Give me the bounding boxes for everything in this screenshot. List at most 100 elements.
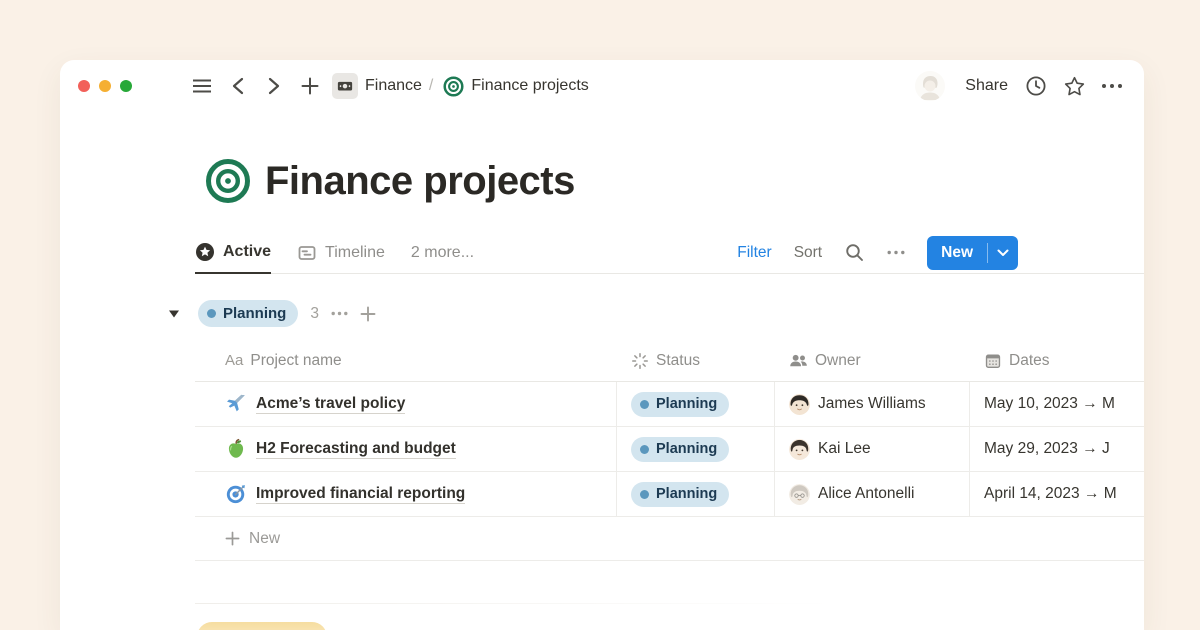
clock-icon — [1025, 75, 1047, 97]
search-button[interactable] — [844, 242, 865, 263]
status-dot — [207, 309, 216, 318]
page-header: Finance projects — [205, 158, 575, 204]
status-pill: Planning — [631, 392, 729, 417]
breadcrumb-page[interactable]: Finance projects — [471, 77, 588, 95]
timeline-board-icon — [297, 243, 317, 263]
table-row: H2 Forecasting and budget Planning Kai L… — [195, 427, 1144, 472]
hamburger-icon — [192, 78, 212, 94]
minimize-window-button[interactable] — [99, 80, 111, 92]
group-add-button[interactable] — [360, 306, 376, 322]
column-header-owner[interactable]: Owner — [775, 340, 970, 381]
owner-cell[interactable]: Kai Lee — [775, 427, 970, 471]
status-label: Planning — [656, 441, 717, 457]
dates-cell[interactable]: April 14, 2023 → M — [970, 472, 1144, 516]
app-window: Finance / Finance projects Share — [60, 60, 1144, 630]
section-divider — [195, 603, 835, 604]
avatar — [789, 439, 810, 460]
column-label: Project name — [250, 352, 341, 370]
project-name: Acme’s travel policy — [256, 395, 405, 414]
table-header-row: Aa Project name Status Owner Dates — [195, 340, 1144, 382]
add-row-button[interactable]: New — [195, 517, 1144, 561]
project-name-cell[interactable]: H2 Forecasting and budget — [195, 427, 617, 471]
bullseye-icon — [443, 76, 464, 97]
group-count: 3 — [310, 305, 319, 323]
filter-button[interactable]: Filter — [737, 244, 771, 262]
dates-cell[interactable]: May 10, 2023 → M — [970, 382, 1144, 426]
share-button[interactable]: Share — [965, 77, 1008, 95]
breadcrumb: Finance / Finance projects — [332, 73, 589, 99]
add-row-label: New — [249, 530, 280, 548]
status-label: Planning — [656, 396, 717, 412]
text-type-icon: Aa — [225, 352, 243, 369]
dates-cell[interactable]: May 29, 2023 → J — [970, 427, 1144, 471]
close-window-button[interactable] — [78, 80, 90, 92]
breadcrumb-separator: / — [429, 77, 433, 95]
status-dot — [640, 445, 649, 454]
new-dropdown-button[interactable] — [988, 249, 1018, 257]
new-page-button[interactable] — [296, 72, 324, 100]
group-menu-button[interactable] — [331, 311, 348, 316]
group-status-pill[interactable]: Planning — [198, 300, 298, 327]
view-tabs-bar: Active Timeline 2 more... Filter Sort — [195, 232, 1144, 274]
airplane-icon — [225, 393, 247, 415]
status-cell[interactable]: Planning — [617, 472, 775, 516]
updates-button[interactable] — [1022, 72, 1050, 100]
nav-back-button[interactable] — [224, 72, 252, 100]
table-row: Improved financial reporting Planning Al… — [195, 472, 1144, 517]
tab-timeline[interactable]: Timeline — [297, 232, 385, 273]
column-header-project-name[interactable]: Aa Project name — [195, 340, 617, 381]
breadcrumb-workspace[interactable]: Finance — [365, 77, 422, 95]
owner-name: Alice Antonelli — [818, 485, 915, 503]
window-topbar: Finance / Finance projects Share — [60, 60, 1144, 112]
date-range: April 14, 2023 → M — [984, 485, 1117, 503]
tab-label: 2 more... — [411, 244, 474, 262]
spinner-burst-icon — [631, 352, 649, 370]
new-button[interactable]: New — [927, 236, 1018, 270]
status-dot — [640, 490, 649, 499]
plus-icon — [301, 77, 319, 95]
page-menu-button[interactable] — [1098, 72, 1126, 100]
calendar-icon — [984, 352, 1002, 370]
chevron-left-icon — [232, 77, 244, 95]
status-pill: Planning — [631, 437, 729, 462]
sort-button[interactable]: Sort — [794, 244, 822, 262]
status-cell[interactable]: Planning — [617, 382, 775, 426]
column-label: Status — [656, 352, 700, 370]
green-apple-icon — [225, 438, 247, 460]
project-name: Improved financial reporting — [256, 485, 465, 504]
column-label: Owner — [815, 352, 861, 370]
new-button-label: New — [927, 244, 987, 262]
group-header-planning: Planning 3 — [168, 300, 376, 327]
column-header-dates[interactable]: Dates — [970, 340, 1144, 381]
group-name: Planning — [223, 305, 286, 322]
column-header-status[interactable]: Status — [617, 340, 775, 381]
avatar — [789, 394, 810, 415]
star-circle-icon — [195, 242, 215, 262]
project-name-cell[interactable]: Improved financial reporting — [195, 472, 617, 516]
date-range: May 10, 2023 → M — [984, 395, 1115, 413]
project-name-cell[interactable]: Acme’s travel policy — [195, 382, 617, 426]
bullseye-icon[interactable] — [205, 158, 251, 204]
date-range: May 29, 2023 → J — [984, 440, 1110, 458]
status-cell[interactable]: Planning — [617, 427, 775, 471]
owner-name: Kai Lee — [818, 440, 871, 458]
owner-cell[interactable]: Alice Antonelli — [775, 472, 970, 516]
banknote-icon — [332, 73, 358, 99]
owner-cell[interactable]: James Williams — [775, 382, 970, 426]
tab-more-views[interactable]: 2 more... — [411, 232, 474, 273]
favorite-button[interactable] — [1060, 72, 1088, 100]
group-collapse-toggle[interactable] — [168, 309, 180, 319]
zoom-window-button[interactable] — [120, 80, 132, 92]
projects-table: Aa Project name Status Owner Dates — [195, 340, 1144, 561]
view-options-button[interactable] — [887, 250, 905, 255]
tab-label: Active — [223, 243, 271, 261]
tab-active[interactable]: Active — [195, 233, 271, 274]
nav-forward-button[interactable] — [260, 72, 288, 100]
avatar — [789, 484, 810, 505]
next-group-pill-partial[interactable] — [197, 622, 327, 630]
plus-icon — [225, 531, 240, 546]
sidebar-menu-button[interactable] — [188, 72, 216, 100]
column-label: Dates — [1009, 352, 1050, 370]
chevron-right-icon — [268, 77, 280, 95]
collaborator-avatar[interactable] — [915, 71, 945, 101]
